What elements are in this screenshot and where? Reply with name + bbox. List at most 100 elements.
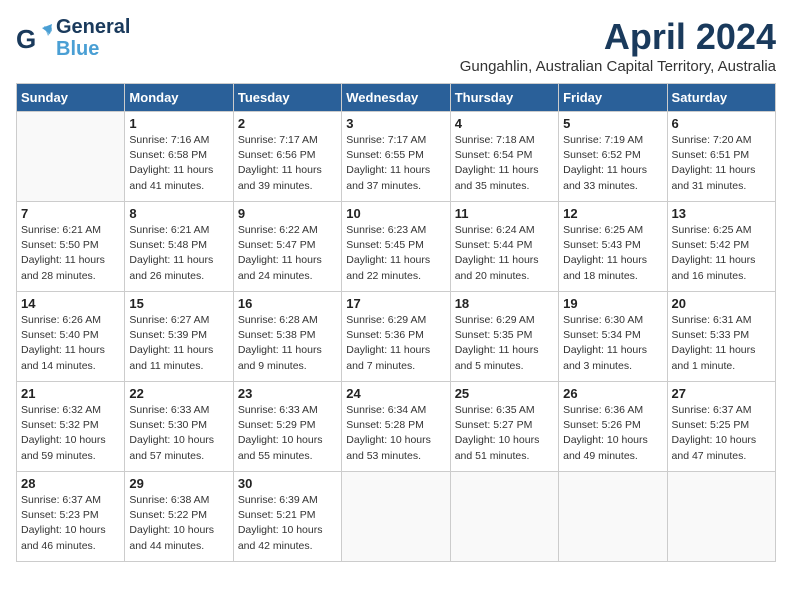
calendar-cell: 29 Sunrise: 6:38 AM Sunset: 5:22 PM Dayli… xyxy=(125,472,233,562)
day-number: 18 xyxy=(455,296,554,311)
day-info: Sunrise: 6:25 AM Sunset: 5:42 PM Dayligh… xyxy=(672,223,771,284)
calendar-cell: 26 Sunrise: 6:36 AM Sunset: 5:26 PM Dayli… xyxy=(559,382,667,472)
day-number: 10 xyxy=(346,206,445,221)
day-number: 6 xyxy=(672,116,771,131)
calendar-week-row: 21Sunrise: 6:32 AM Sunset: 5:32 PM Dayli… xyxy=(17,382,776,472)
day-number: 7 xyxy=(21,206,120,221)
day-info: Sunrise: 6:36 AM Sunset: 5:26 PM Dayligh… xyxy=(563,403,662,464)
weekday-header: Saturday xyxy=(667,84,775,112)
calendar-cell xyxy=(450,472,558,562)
calendar-cell: 24 Sunrise: 6:34 AM Sunset: 5:28 PM Dayli… xyxy=(342,382,450,472)
calendar-cell: 13Sunrise: 6:25 AM Sunset: 5:42 PM Dayli… xyxy=(667,202,775,292)
day-info: Sunrise: 6:37 AM Sunset: 5:23 PM Dayligh… xyxy=(21,493,120,554)
calendar-cell: 3Sunrise: 7:17 AM Sunset: 6:55 PM Daylig… xyxy=(342,112,450,202)
calendar-cell xyxy=(559,472,667,562)
calendar-cell: 16 Sunrise: 6:28 AM Sunset: 5:38 PM Dayli… xyxy=(233,292,341,382)
day-info: Sunrise: 6:23 AM Sunset: 5:45 PM Dayligh… xyxy=(346,223,445,284)
calendar-cell: 6 Sunrise: 7:20 AM Sunset: 6:51 PM Daylig… xyxy=(667,112,775,202)
calendar-cell: 10 Sunrise: 6:23 AM Sunset: 5:45 PM Dayli… xyxy=(342,202,450,292)
day-info: Sunrise: 7:19 AM Sunset: 6:52 PM Dayligh… xyxy=(563,133,662,194)
svg-text:G: G xyxy=(16,24,36,54)
logo-general: General xyxy=(56,16,130,38)
calendar-week-row: 14 Sunrise: 6:26 AM Sunset: 5:40 PM Dayli… xyxy=(17,292,776,382)
calendar-cell: 11 Sunrise: 6:24 AM Sunset: 5:44 PM Dayli… xyxy=(450,202,558,292)
calendar-cell: 7 Sunrise: 6:21 AM Sunset: 5:50 PM Daylig… xyxy=(17,202,125,292)
calendar-cell: 22Sunrise: 6:33 AM Sunset: 5:30 PM Dayli… xyxy=(125,382,233,472)
calendar-cell: 14 Sunrise: 6:26 AM Sunset: 5:40 PM Dayli… xyxy=(17,292,125,382)
calendar-cell: 12 Sunrise: 6:25 AM Sunset: 5:43 PM Dayli… xyxy=(559,202,667,292)
day-info: Sunrise: 6:27 AM Sunset: 5:39 PM Dayligh… xyxy=(129,313,228,374)
day-number: 29 xyxy=(129,476,228,491)
day-number: 3 xyxy=(346,116,445,131)
day-info: Sunrise: 6:34 AM Sunset: 5:28 PM Dayligh… xyxy=(346,403,445,464)
day-number: 9 xyxy=(238,206,337,221)
day-info: Sunrise: 6:22 AM Sunset: 5:47 PM Dayligh… xyxy=(238,223,337,284)
day-number: 17 xyxy=(346,296,445,311)
day-number: 11 xyxy=(455,206,554,221)
weekday-header: Friday xyxy=(559,84,667,112)
calendar-cell: 8Sunrise: 6:21 AM Sunset: 5:48 PM Daylig… xyxy=(125,202,233,292)
day-number: 15 xyxy=(129,296,228,311)
calendar-cell: 2Sunrise: 7:17 AM Sunset: 6:56 PM Daylig… xyxy=(233,112,341,202)
month-title: April 2024 xyxy=(460,16,776,58)
day-info: Sunrise: 6:37 AM Sunset: 5:25 PM Dayligh… xyxy=(672,403,771,464)
day-number: 16 xyxy=(238,296,337,311)
day-number: 26 xyxy=(563,386,662,401)
day-info: Sunrise: 6:28 AM Sunset: 5:38 PM Dayligh… xyxy=(238,313,337,374)
day-number: 25 xyxy=(455,386,554,401)
weekday-header: Wednesday xyxy=(342,84,450,112)
day-number: 12 xyxy=(563,206,662,221)
calendar-cell: 21Sunrise: 6:32 AM Sunset: 5:32 PM Dayli… xyxy=(17,382,125,472)
title-block: April 2024 Gungahlin, Australian Capital… xyxy=(460,16,776,75)
day-number: 5 xyxy=(563,116,662,131)
day-number: 28 xyxy=(21,476,120,491)
day-number: 20 xyxy=(672,296,771,311)
calendar-week-row: 28 Sunrise: 6:37 AM Sunset: 5:23 PM Dayli… xyxy=(17,472,776,562)
calendar: SundayMondayTuesdayWednesdayThursdayFrid… xyxy=(16,83,776,562)
day-number: 14 xyxy=(21,296,120,311)
calendar-week-row: 7 Sunrise: 6:21 AM Sunset: 5:50 PM Daylig… xyxy=(17,202,776,292)
logo-blue: Blue xyxy=(56,38,130,60)
day-info: Sunrise: 7:16 AM Sunset: 6:58 PM Dayligh… xyxy=(129,133,228,194)
weekday-header: Monday xyxy=(125,84,233,112)
calendar-cell: 30Sunrise: 6:39 AM Sunset: 5:21 PM Dayli… xyxy=(233,472,341,562)
calendar-cell: 17 Sunrise: 6:29 AM Sunset: 5:36 PM Dayli… xyxy=(342,292,450,382)
day-number: 30 xyxy=(238,476,337,491)
day-info: Sunrise: 7:20 AM Sunset: 6:51 PM Dayligh… xyxy=(672,133,771,194)
day-info: Sunrise: 6:25 AM Sunset: 5:43 PM Dayligh… xyxy=(563,223,662,284)
calendar-cell: 23 Sunrise: 6:33 AM Sunset: 5:29 PM Dayli… xyxy=(233,382,341,472)
day-number: 21 xyxy=(21,386,120,401)
day-info: Sunrise: 6:26 AM Sunset: 5:40 PM Dayligh… xyxy=(21,313,120,374)
day-info: Sunrise: 7:18 AM Sunset: 6:54 PM Dayligh… xyxy=(455,133,554,194)
day-info: Sunrise: 6:29 AM Sunset: 5:36 PM Dayligh… xyxy=(346,313,445,374)
day-number: 24 xyxy=(346,386,445,401)
day-number: 19 xyxy=(563,296,662,311)
calendar-cell: 25 Sunrise: 6:35 AM Sunset: 5:27 PM Dayli… xyxy=(450,382,558,472)
calendar-cell: 1Sunrise: 7:16 AM Sunset: 6:58 PM Daylig… xyxy=(125,112,233,202)
weekday-header: Tuesday xyxy=(233,84,341,112)
calendar-cell: 15 Sunrise: 6:27 AM Sunset: 5:39 PM Dayli… xyxy=(125,292,233,382)
day-info: Sunrise: 7:17 AM Sunset: 6:56 PM Dayligh… xyxy=(238,133,337,194)
calendar-cell: 4 Sunrise: 7:18 AM Sunset: 6:54 PM Daylig… xyxy=(450,112,558,202)
subtitle: Gungahlin, Australian Capital Territory,… xyxy=(460,58,776,75)
calendar-cell: 18Sunrise: 6:29 AM Sunset: 5:35 PM Dayli… xyxy=(450,292,558,382)
day-info: Sunrise: 6:30 AM Sunset: 5:34 PM Dayligh… xyxy=(563,313,662,374)
day-info: Sunrise: 6:35 AM Sunset: 5:27 PM Dayligh… xyxy=(455,403,554,464)
calendar-cell: 9 Sunrise: 6:22 AM Sunset: 5:47 PM Daylig… xyxy=(233,202,341,292)
day-info: Sunrise: 6:33 AM Sunset: 5:30 PM Dayligh… xyxy=(129,403,228,464)
calendar-header-row: SundayMondayTuesdayWednesdayThursdayFrid… xyxy=(17,84,776,112)
day-info: Sunrise: 6:33 AM Sunset: 5:29 PM Dayligh… xyxy=(238,403,337,464)
day-info: Sunrise: 6:21 AM Sunset: 5:50 PM Dayligh… xyxy=(21,223,120,284)
day-info: Sunrise: 6:24 AM Sunset: 5:44 PM Dayligh… xyxy=(455,223,554,284)
calendar-cell: 5 Sunrise: 7:19 AM Sunset: 6:52 PM Daylig… xyxy=(559,112,667,202)
day-info: Sunrise: 6:31 AM Sunset: 5:33 PM Dayligh… xyxy=(672,313,771,374)
calendar-cell: 28 Sunrise: 6:37 AM Sunset: 5:23 PM Dayli… xyxy=(17,472,125,562)
calendar-cell: 20 Sunrise: 6:31 AM Sunset: 5:33 PM Dayli… xyxy=(667,292,775,382)
calendar-cell xyxy=(17,112,125,202)
day-number: 4 xyxy=(455,116,554,131)
calendar-week-row: 1Sunrise: 7:16 AM Sunset: 6:58 PM Daylig… xyxy=(17,112,776,202)
calendar-cell xyxy=(667,472,775,562)
day-number: 23 xyxy=(238,386,337,401)
day-info: Sunrise: 6:38 AM Sunset: 5:22 PM Dayligh… xyxy=(129,493,228,554)
calendar-cell: 19 Sunrise: 6:30 AM Sunset: 5:34 PM Dayli… xyxy=(559,292,667,382)
